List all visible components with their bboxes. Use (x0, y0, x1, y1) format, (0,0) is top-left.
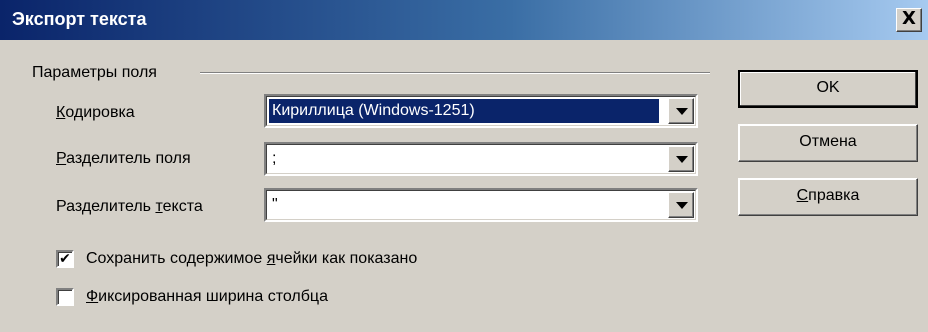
text-delimiter-select[interactable]: " (264, 188, 698, 222)
field-separator-select[interactable]: ; (264, 142, 698, 176)
cancel-button[interactable]: Отмена (738, 124, 918, 162)
text-delimiter-label-post: екста (162, 198, 203, 215)
encoding-mnemonic: К (56, 104, 66, 121)
field-separator-dropdown-arrow[interactable] (668, 146, 694, 172)
close-icon: X (902, 8, 916, 29)
save-cell-content-checkbox[interactable]: ✔ (56, 250, 74, 268)
field-separator-mnemonic: Р (56, 150, 67, 167)
help-label-rest: правка (808, 187, 860, 204)
encoding-value: Кириллица (Windows-1251) (269, 99, 659, 123)
group-legend-field-options: Параметры поля (32, 64, 163, 82)
encoding-label-rest: одировка (65, 104, 135, 121)
fixed-column-width-label: Фиксированная ширина столбца (86, 286, 328, 308)
field-separator-value: ; (272, 150, 277, 167)
fixed-column-width-checkbox[interactable] (56, 288, 74, 306)
dialog-title: Экспорт текста (12, 9, 147, 29)
group-separator (200, 72, 710, 74)
text-delimiter-mnemonic: т (155, 198, 163, 215)
ok-button[interactable]: OK (738, 70, 918, 108)
text-delimiter-label-pre: Разделитель (56, 198, 156, 215)
fixed-column-width-mnemonic: Ф (86, 288, 99, 305)
fixed-column-width-label-post: иксированная ширина столбца (98, 288, 328, 305)
encoding-dropdown-arrow[interactable] (668, 98, 694, 124)
checkmark-icon: ✔ (59, 251, 71, 267)
encoding-select[interactable]: Кириллица (Windows-1251) (264, 94, 698, 128)
encoding-label: Кодировка (56, 104, 135, 122)
field-separator-label: Разделитель поля (56, 150, 191, 168)
save-cell-content-label-post: чейки как показано (275, 250, 418, 267)
text-delimiter-value: " (272, 196, 278, 213)
text-delimiter-label: Разделитель текста (56, 198, 203, 216)
close-button[interactable]: X (896, 8, 922, 32)
save-cell-content-label-pre: Сохранить содержимое (86, 250, 267, 267)
export-text-dialog: Экспорт текста X Параметры поля Кодировк… (0, 0, 928, 332)
help-mnemonic: С (796, 187, 809, 204)
help-button[interactable]: Справка (738, 178, 918, 216)
field-separator-label-rest: азделитель поля (66, 150, 191, 167)
save-cell-content-label: Сохранить содержимое ячейки как показано (86, 248, 417, 270)
text-delimiter-dropdown-arrow[interactable] (668, 192, 694, 218)
title-bar[interactable]: Экспорт текста X (0, 0, 928, 40)
